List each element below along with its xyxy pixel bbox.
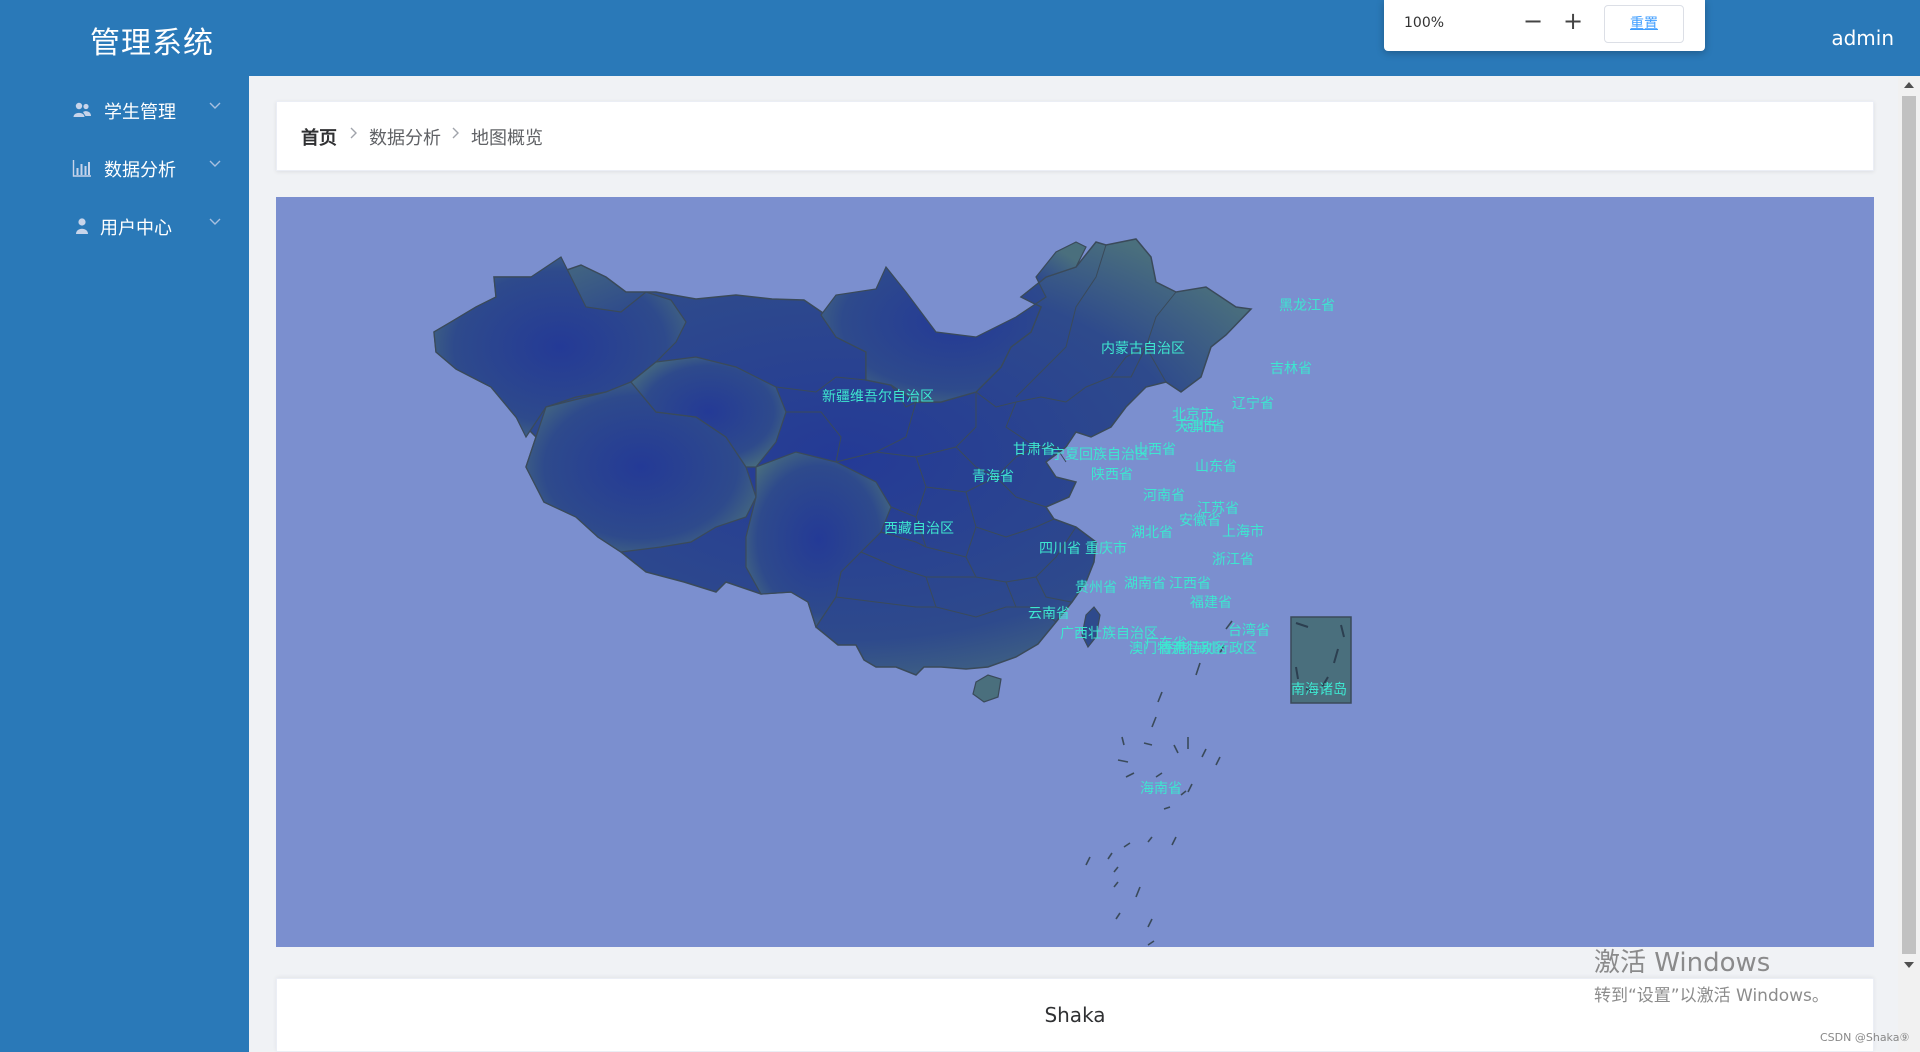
- china-map-panel[interactable]: 黑龙江省 内蒙古自治区 吉林省 辽宁省 新疆维吾尔自治区 北京市 天津市 河北省…: [276, 197, 1874, 947]
- label-hongkong: 香港特别行政区: [1159, 641, 1257, 657]
- label-shanxi: 山西省: [1134, 442, 1176, 458]
- label-gansu: 甘肃省: [1013, 442, 1055, 458]
- label-hubei: 湖北省: [1131, 525, 1173, 541]
- label-fujian: 福建省: [1190, 595, 1232, 611]
- label-neimenggu: 内蒙古自治区: [1101, 341, 1185, 357]
- zoom-in-button[interactable]: +: [1560, 9, 1586, 35]
- hainan-island[interactable]: [972, 674, 1002, 703]
- sidebar-item-user-center[interactable]: 用户中心: [0, 200, 249, 252]
- label-liaoning: 辽宁省: [1232, 395, 1274, 412]
- label-xizang: 西藏自治区: [884, 521, 954, 537]
- app-title: 管理系统: [90, 26, 214, 61]
- label-jiangxi: 江西省: [1169, 576, 1211, 592]
- label-chongqing: 重庆市: [1085, 540, 1127, 557]
- label-hunan: 湖南省: [1124, 576, 1166, 592]
- scroll-up-arrow-icon[interactable]: [1904, 82, 1914, 88]
- zoom-level: 100%: [1404, 15, 1445, 31]
- sidebar-item-data-analysis[interactable]: 数据分析: [0, 142, 249, 194]
- csdn-watermark: CSDN @Shaka⑨: [1820, 1031, 1910, 1044]
- sidebar-item-student-management[interactable]: 学生管理: [0, 84, 249, 136]
- chevron-down-icon: [209, 160, 221, 167]
- user-menu[interactable]: admin: [1831, 26, 1894, 50]
- label-henan: 河南省: [1143, 488, 1185, 504]
- user-icon: [76, 218, 88, 234]
- breadcrumb-item-map-overview: 地图概览: [471, 128, 543, 149]
- label-shanghai: 上海市: [1222, 523, 1264, 540]
- windows-activation-watermark: 激活 Windows 转到“设置”以激活 Windows。: [1594, 942, 1829, 1006]
- sidebar-item-label: 用户中心: [100, 218, 172, 239]
- breadcrumb-item-data-analysis[interactable]: 数据分析: [369, 124, 441, 150]
- chevron-right-icon: [350, 127, 357, 139]
- scroll-down-arrow-icon[interactable]: [1904, 962, 1914, 968]
- users-icon: [73, 102, 91, 117]
- chevron-right-icon: [452, 127, 459, 139]
- bar-chart-icon: [72, 160, 91, 177]
- label-sichuan: 四川省: [1039, 541, 1081, 557]
- label-hainan: 海南省: [1140, 781, 1182, 797]
- label-taiwan: 台湾省: [1228, 622, 1270, 639]
- footer-text: Shaka: [1044, 1003, 1106, 1027]
- label-jilin: 吉林省: [1270, 361, 1312, 377]
- label-shaanxi: 陕西省: [1091, 467, 1133, 483]
- chevron-down-icon: [209, 218, 221, 225]
- scroll-thumb[interactable]: [1902, 96, 1916, 954]
- china-map[interactable]: 黑龙江省 内蒙古自治区 吉林省 辽宁省 新疆维吾尔自治区 北京市 天津市 河北省…: [276, 197, 1874, 947]
- label-heilongjiang: 黑龙江省: [1279, 298, 1335, 314]
- label-guangxi: 广西壮族自治区: [1060, 626, 1158, 642]
- label-qinghai: 青海省: [972, 469, 1014, 485]
- label-shandong: 山东省: [1195, 459, 1237, 475]
- label-guizhou: 贵州省: [1075, 580, 1117, 596]
- sidebar: 学生管理 数据分析 用户中心: [0, 76, 249, 1052]
- label-nanhai: 南海诸岛: [1291, 682, 1347, 698]
- breadcrumb-item-home[interactable]: 首页: [301, 124, 337, 150]
- watermark-subtitle: 转到“设置”以激活 Windows。: [1594, 986, 1829, 1006]
- sidebar-item-label: 学生管理: [104, 102, 176, 123]
- sidebar-item-label: 数据分析: [104, 160, 176, 181]
- breadcrumb: 首页 数据分析 地图概览: [276, 101, 1874, 171]
- label-zhejiang: 浙江省: [1212, 552, 1254, 568]
- label-yunnan: 云南省: [1028, 606, 1070, 622]
- watermark-title: 激活 Windows: [1594, 948, 1771, 978]
- vertical-scrollbar[interactable]: [1898, 76, 1920, 1052]
- label-hebei: 河北省: [1183, 419, 1225, 435]
- reset-zoom-button[interactable]: 重置: [1604, 5, 1684, 43]
- zoom-out-button[interactable]: −: [1520, 9, 1546, 35]
- zoom-control-panel: 100% − + 重置: [1384, 0, 1705, 51]
- chevron-down-icon: [209, 102, 221, 109]
- label-xinjiang: 新疆维吾尔自治区: [822, 389, 934, 405]
- label-anhui: 安徽省: [1179, 513, 1221, 529]
